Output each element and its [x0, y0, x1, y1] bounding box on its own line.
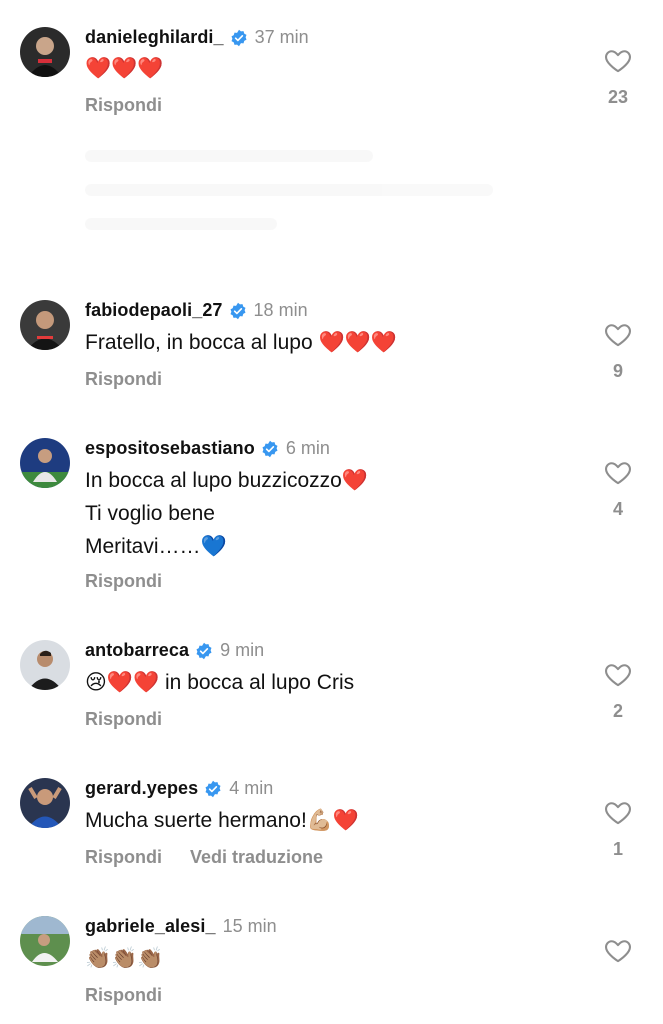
- like-button[interactable]: 2: [602, 661, 634, 722]
- heart-outline-icon: [605, 324, 631, 347]
- timestamp: 9 min: [220, 640, 265, 660]
- timestamp: 37 min: [254, 27, 309, 47]
- comment-actions: Rispondi: [85, 571, 162, 592]
- like-count: 2: [612, 701, 623, 721]
- heart-outline-icon: [605, 462, 631, 485]
- username[interactable]: gerard.yepes: [85, 778, 198, 799]
- comment-header: espositosebastiano 6 min: [85, 438, 330, 459]
- translate-button[interactable]: Vedi traduzione: [190, 847, 323, 868]
- comment-actions: Rispondi: [85, 709, 162, 730]
- comment-text: Mucha suerte hermano!💪🏼❤️: [85, 809, 360, 832]
- verified-badge-icon: [204, 780, 222, 798]
- comment-actions: Rispondi: [85, 369, 162, 390]
- reply-button[interactable]: Rispondi: [85, 369, 162, 390]
- verified-badge-icon: [195, 642, 213, 660]
- heart-outline-icon: [605, 802, 631, 825]
- verified-badge-icon: [230, 29, 248, 47]
- like-button[interactable]: [602, 937, 634, 977]
- comment-text: 😢❤️❤️ in bocca al lupo Cris: [85, 671, 355, 694]
- like-count: 1: [612, 839, 623, 859]
- comment-header: gerard.yepes 4 min: [85, 778, 273, 799]
- avatar[interactable]: [20, 27, 70, 77]
- like-button[interactable]: 4: [602, 459, 634, 520]
- comment-text: ❤️❤️❤️: [85, 57, 164, 80]
- comment-actions: Rispondi: [85, 95, 162, 116]
- comment-header: antobarreca 9 min: [85, 640, 264, 661]
- verified-badge-icon: [261, 440, 279, 458]
- avatar[interactable]: [20, 640, 70, 690]
- like-count: 23: [607, 87, 629, 107]
- faded-content: [85, 150, 565, 260]
- avatar[interactable]: [20, 916, 70, 966]
- like-count: 4: [612, 499, 623, 519]
- comment-text: Fratello, in bocca al lupo ❤️❤️❤️: [85, 331, 397, 354]
- comment-actions: Rispondi: [85, 985, 162, 1006]
- timestamp: 4 min: [229, 778, 274, 798]
- reply-button[interactable]: Rispondi: [85, 847, 162, 868]
- timestamp: 15 min: [222, 916, 277, 936]
- reply-button[interactable]: Rispondi: [85, 95, 162, 116]
- timestamp: 6 min: [285, 438, 330, 458]
- comment-header: gabriele_alesi_ 15 min: [85, 916, 277, 937]
- heart-outline-icon: [605, 940, 631, 963]
- comment-header: fabiodepaoli_27 18 min: [85, 300, 308, 321]
- verified-badge-icon: [229, 302, 247, 320]
- username[interactable]: fabiodepaoli_27: [85, 300, 223, 321]
- username[interactable]: gabriele_alesi_: [85, 916, 216, 937]
- username[interactable]: espositosebastiano: [85, 438, 255, 459]
- reply-button[interactable]: Rispondi: [85, 709, 162, 730]
- like-button[interactable]: 1: [602, 799, 634, 860]
- reply-button[interactable]: Rispondi: [85, 571, 162, 592]
- avatar[interactable]: [20, 300, 70, 350]
- heart-outline-icon: [605, 50, 631, 73]
- avatar[interactable]: [20, 438, 70, 488]
- username[interactable]: danieleghilardi_: [85, 27, 224, 48]
- username[interactable]: antobarreca: [85, 640, 189, 661]
- like-button[interactable]: 23: [602, 47, 634, 108]
- reply-button[interactable]: Rispondi: [85, 985, 162, 1006]
- comment-header: danieleghilardi_ 37 min: [85, 27, 309, 48]
- comment-text: 👏🏽👏🏽👏🏽: [85, 947, 164, 970]
- timestamp: 18 min: [253, 300, 308, 320]
- avatar[interactable]: [20, 778, 70, 828]
- like-count: 9: [612, 361, 623, 381]
- comment-text: In bocca al lupo buzzicozzo❤️ Ti voglio …: [85, 469, 368, 558]
- heart-outline-icon: [605, 664, 631, 687]
- like-button[interactable]: 9: [602, 321, 634, 382]
- comment-actions: Rispondi Vedi traduzione: [85, 847, 323, 868]
